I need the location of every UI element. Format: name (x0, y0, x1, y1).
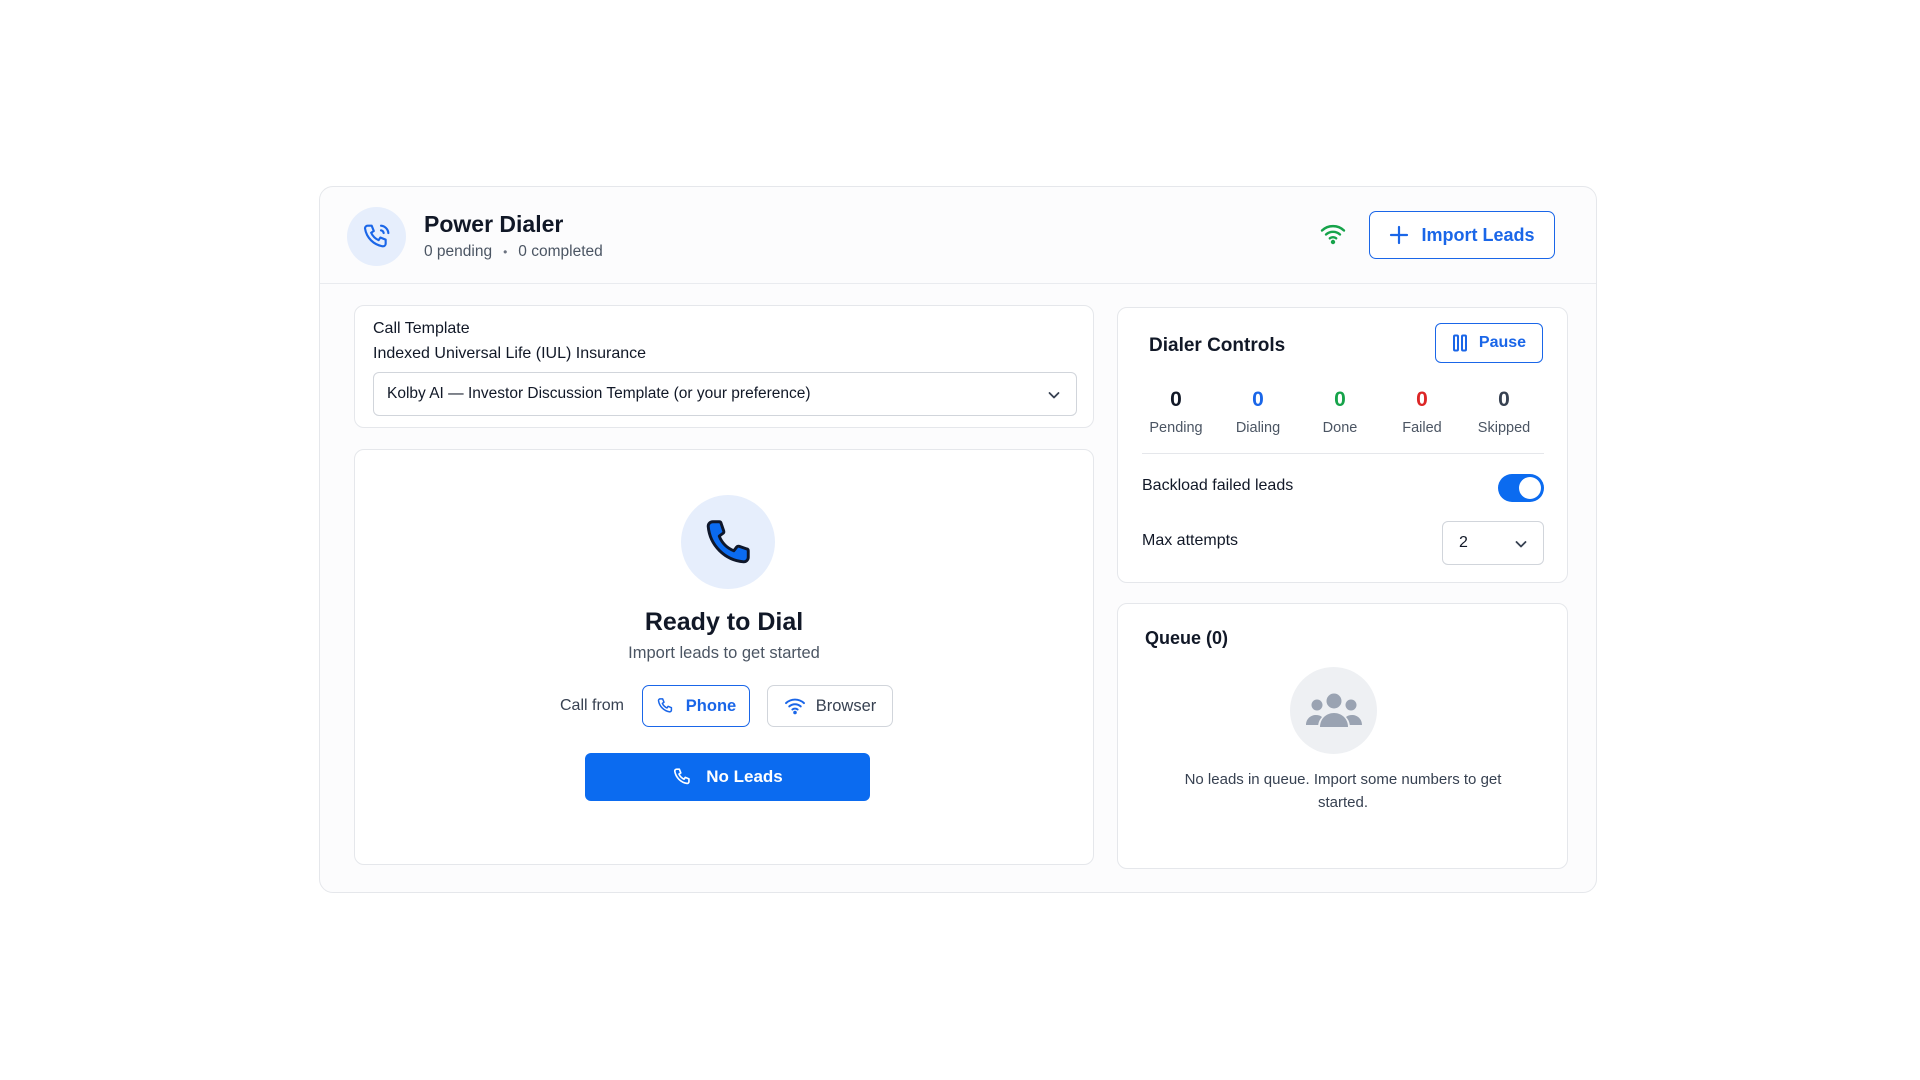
stat-failed: 0 Failed (1381, 388, 1463, 436)
call-template-panel: Call Template Indexed Universal Life (IU… (354, 305, 1094, 428)
call-from-browser-button[interactable]: Browser (767, 685, 893, 727)
stat-label: Pending (1149, 420, 1203, 436)
call-template-selected: Kolby AI — Investor Discussion Template … (387, 385, 811, 402)
power-dialer-card: Power Dialer 0 pending • 0 completed Imp… (319, 186, 1597, 893)
pause-button[interactable]: Pause (1435, 323, 1543, 363)
ready-title: Ready to Dial (644, 608, 804, 636)
stat-done: 0 Done (1299, 388, 1381, 436)
stat-dialing: 0 Dialing (1217, 388, 1299, 436)
stat-value: 0 (1498, 388, 1510, 411)
dialer-summary: 0 pending • 0 completed (424, 243, 603, 261)
separator-dot: • (503, 245, 508, 259)
plus-icon (1390, 225, 1409, 245)
stat-pending: 0 Pending (1135, 388, 1217, 436)
pending-count-text: 0 pending (424, 243, 493, 260)
call-template-label: Call Template (373, 320, 470, 337)
phone-option-label: Phone (685, 696, 737, 715)
completed-count-text: 0 completed (518, 243, 603, 260)
max-attempts-label: Max attempts (1142, 532, 1239, 549)
stat-label: Skipped (1477, 420, 1531, 436)
page-title: Power Dialer (424, 211, 564, 237)
queue-panel: Queue (0) No leads in queue. Import some… (1117, 603, 1568, 869)
backlog-label: Backload failed leads (1142, 477, 1294, 494)
ready-to-dial-panel: Ready to Dial Import leads to get starte… (354, 449, 1094, 865)
phone-ringing-icon (347, 207, 406, 266)
backlog-toggle[interactable] (1498, 474, 1544, 502)
import-leads-button[interactable]: Import Leads (1369, 211, 1555, 259)
no-leads-button[interactable]: No Leads (585, 753, 870, 801)
phone-icon (681, 495, 775, 589)
divider (1142, 453, 1544, 454)
dialer-header: Power Dialer 0 pending • 0 completed Imp… (320, 187, 1596, 284)
phone-icon (657, 698, 672, 713)
chevron-down-icon (1515, 541, 1527, 548)
wifi-icon (1319, 222, 1347, 246)
no-leads-label: No Leads (706, 767, 783, 786)
stat-value: 0 (1252, 388, 1264, 411)
max-attempts-select[interactable]: 2 (1442, 521, 1544, 565)
wifi-icon (784, 698, 805, 715)
stat-label: Failed (1402, 420, 1442, 436)
pause-icon (1452, 334, 1467, 352)
dialer-controls-panel: Dialer Controls Pause 0 Pending 0 Dialin… (1117, 307, 1568, 583)
stat-skipped: 0 Skipped (1463, 388, 1545, 436)
phone-icon (674, 768, 691, 785)
call-from-phone-button[interactable]: Phone (642, 685, 750, 727)
stat-label: Dialing (1235, 420, 1281, 436)
max-attempts-value: 2 (1459, 534, 1468, 551)
users-icon (1290, 667, 1377, 754)
queue-empty-message: No leads in queue. Import some numbers t… (1184, 771, 1502, 811)
dialer-controls-title: Dialer Controls (1149, 335, 1286, 356)
template-product-text: Indexed Universal Life (IUL) Insurance (373, 345, 647, 362)
stat-label: Done (1322, 420, 1358, 436)
ready-subtitle: Import leads to get started (628, 644, 820, 662)
queue-title: Queue (0) (1145, 628, 1229, 648)
stat-value: 0 (1416, 388, 1428, 411)
call-from-label: Call from (560, 697, 625, 714)
browser-option-label: Browser (815, 696, 877, 715)
stat-value: 0 (1170, 388, 1182, 411)
toggle-knob (1519, 477, 1541, 499)
chevron-down-icon (1048, 392, 1060, 399)
pause-label: Pause (1478, 334, 1527, 351)
stat-value: 0 (1334, 388, 1346, 411)
dialer-stats: 0 Pending 0 Dialing 0 Done 0 Failed 0 Sk… (1135, 388, 1545, 436)
call-template-select[interactable]: Kolby AI — Investor Discussion Template … (373, 372, 1077, 416)
import-leads-label: Import Leads (1421, 224, 1535, 245)
